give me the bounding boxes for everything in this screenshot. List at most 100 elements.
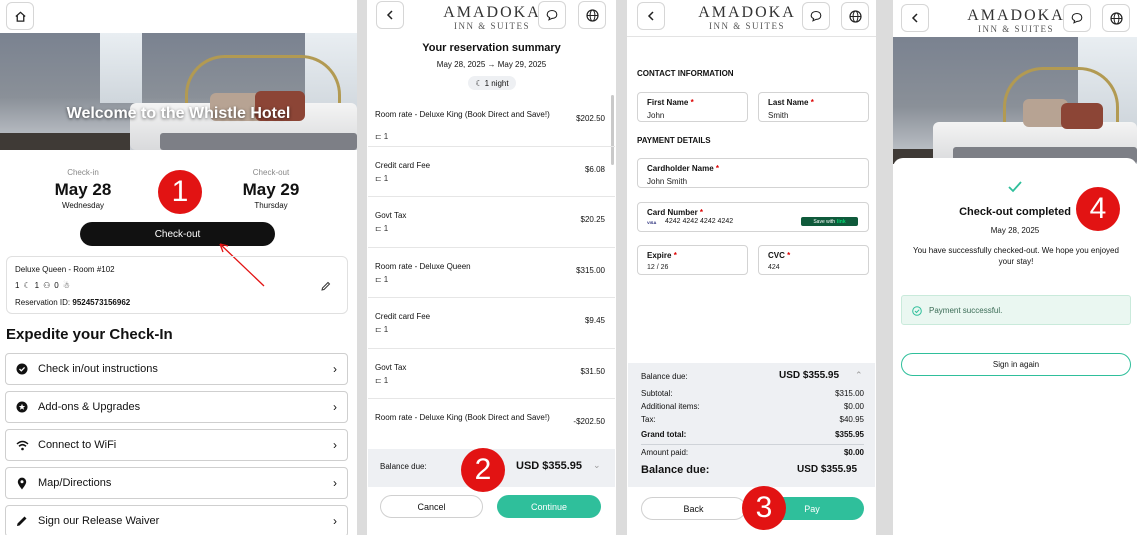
menu-item-label: Check in/out instructions xyxy=(38,363,158,375)
hero-title: Welcome to the Whistle Hotel xyxy=(66,105,291,122)
nights-chip: ☾ 1 night xyxy=(468,76,516,90)
nights-chip-label: 1 night xyxy=(484,78,509,88)
menu-item-label: Map/Directions xyxy=(38,477,112,489)
chevron-up-icon[interactable]: ⌃ xyxy=(855,370,863,381)
line-item-amount: $202.50 xyxy=(576,114,605,123)
bed-icon: ⊏ xyxy=(375,375,382,385)
confirmation-panel: AMADOKA INN & SUITES Check-out completed… xyxy=(893,0,1137,535)
card-number-label: Card Number xyxy=(647,208,698,217)
chevron-left-icon xyxy=(386,10,393,20)
cardholder-value: John Smith xyxy=(647,177,688,186)
language-button[interactable] xyxy=(1102,4,1130,32)
line-item-amount: $20.25 xyxy=(580,215,605,224)
link-save-badge[interactable]: Save with link xyxy=(801,217,858,226)
line-item-amount: $315.00 xyxy=(576,265,605,275)
first-name-value: John xyxy=(647,111,665,120)
checkout-date: May 29 xyxy=(242,180,300,199)
pencil-icon xyxy=(17,516,27,526)
last-name-value: Smith xyxy=(768,111,789,120)
menu-item-instructions[interactable]: Check in/out instructions › xyxy=(5,353,348,385)
cardholder-field[interactable]: Cardholder Name * John Smith xyxy=(637,158,869,188)
bed-icon: ⊏ xyxy=(375,325,382,334)
check-circle-icon xyxy=(16,363,28,375)
guest-counts: 1 ☾ 1 ⚇ 0 ☃ xyxy=(15,281,70,290)
line-item: Govt Tax $20.25 ⊏ 1 xyxy=(368,197,615,248)
line-item-qty-value: 1 xyxy=(383,325,389,334)
summary-row-value: $0.00 xyxy=(843,448,864,457)
line-item: Credit card Fee $6.08 ⊏ 1 xyxy=(368,147,615,197)
language-button[interactable] xyxy=(841,2,869,30)
edit-icon[interactable] xyxy=(321,281,331,291)
cardholder-label: Cardholder Name xyxy=(647,164,714,173)
back-button[interactable] xyxy=(637,2,665,30)
line-item-qty-value: 1 xyxy=(383,274,389,284)
summary-row: Grand total: $355.95 xyxy=(641,430,864,439)
back-button[interactable] xyxy=(376,1,404,29)
last-name-label: Last Name xyxy=(768,98,809,107)
checkin-panel: Welcome to the Whistle Hotel Check-in Ma… xyxy=(0,0,357,535)
globe-icon xyxy=(848,9,862,23)
star-icon xyxy=(16,401,28,413)
language-button[interactable] xyxy=(578,1,606,29)
contact-heading: CONTACT INFORMATION xyxy=(637,69,734,78)
chevron-left-icon xyxy=(911,13,918,23)
chevron-right-icon: › xyxy=(333,362,337,376)
summary-row-value: $40.95 xyxy=(839,415,864,424)
menu-item-wifi[interactable]: Connect to WiFi › xyxy=(5,429,348,461)
chevron-right-icon: › xyxy=(333,400,337,414)
room-name: Deluxe Queen - Room #102 xyxy=(15,265,115,274)
chevron-down-icon: ⌄ xyxy=(593,460,601,470)
back-text-button[interactable]: Back xyxy=(641,497,746,520)
back-button[interactable] xyxy=(901,4,929,32)
card-number-value: 4242 4242 4242 4242 xyxy=(665,218,734,225)
chevron-left-icon xyxy=(647,11,654,21)
step-badge-1: 1 xyxy=(158,170,202,214)
line-item-name: Govt Tax xyxy=(375,362,407,372)
card-number-field[interactable]: Card Number * VISA 4242 4242 4242 4242 S… xyxy=(637,202,869,232)
first-name-field[interactable]: First Name * John xyxy=(637,92,748,122)
menu-item-map[interactable]: Map/Directions › xyxy=(5,467,348,499)
hero-image xyxy=(893,37,1137,164)
cvc-label: CVC xyxy=(768,251,785,260)
continue-button[interactable]: Continue xyxy=(497,495,601,518)
map-pin-icon xyxy=(17,477,27,489)
bed-icon: ⊏ xyxy=(375,132,382,141)
children-count: 0 xyxy=(54,281,59,290)
sign-in-again-button[interactable]: Sign in again xyxy=(901,353,1131,376)
payment-success-alert: Payment successful. xyxy=(901,295,1131,325)
adults-count: 1 xyxy=(34,281,40,290)
checkout-day: Thursday xyxy=(254,201,288,210)
chevron-right-icon: › xyxy=(333,514,337,528)
balance-value: USD $355.95 xyxy=(516,460,583,472)
cancel-button[interactable]: Cancel xyxy=(380,495,483,518)
divider xyxy=(876,0,893,535)
line-item: Govt Tax $31.50 ⊏ 1 xyxy=(368,349,615,399)
chat-button[interactable] xyxy=(802,2,830,30)
final-balance-label: Balance due: xyxy=(641,464,710,476)
expire-field[interactable]: Expire * 12 / 26 xyxy=(637,245,748,275)
brand-tagline: INN & SUITES xyxy=(709,21,785,31)
menu-item-waiver[interactable]: Sign our Release Waiver › xyxy=(5,505,348,535)
balance-label: Balance due: xyxy=(380,462,427,471)
line-item-name: Credit card Fee xyxy=(375,160,431,170)
divider xyxy=(357,0,367,535)
chat-button[interactable] xyxy=(538,1,566,29)
line-item-qty-value: 1 xyxy=(383,375,389,385)
checkin-date: May 28 xyxy=(54,180,112,199)
last-name-field[interactable]: Last Name * Smith xyxy=(758,92,869,122)
moon-icon: ☾ xyxy=(475,78,483,88)
link-brand: link xyxy=(837,218,846,225)
summary-row-value: $0.00 xyxy=(843,402,864,411)
step-badge-2: 2 xyxy=(461,448,505,492)
line-item: Credit card Fee $9.45 ⊏ 1 xyxy=(368,298,615,349)
home-button[interactable] xyxy=(6,2,34,30)
cvc-field[interactable]: CVC * 424 xyxy=(758,245,869,275)
menu-item-addons[interactable]: Add-ons & Upgrades › xyxy=(5,391,348,423)
summary-dates: May 28, 2025 → May 29, 2025 xyxy=(436,60,547,69)
brand-name: AMADOKA xyxy=(698,4,796,21)
line-item: Room rate - Deluxe King (Book Direct and… xyxy=(368,399,615,450)
summary-row: Additional items: $0.00 xyxy=(641,402,864,411)
chat-button[interactable] xyxy=(1063,4,1091,32)
summary-balance-value: USD $355.95 xyxy=(779,370,840,381)
bed-icon: ⊏ xyxy=(375,173,382,183)
